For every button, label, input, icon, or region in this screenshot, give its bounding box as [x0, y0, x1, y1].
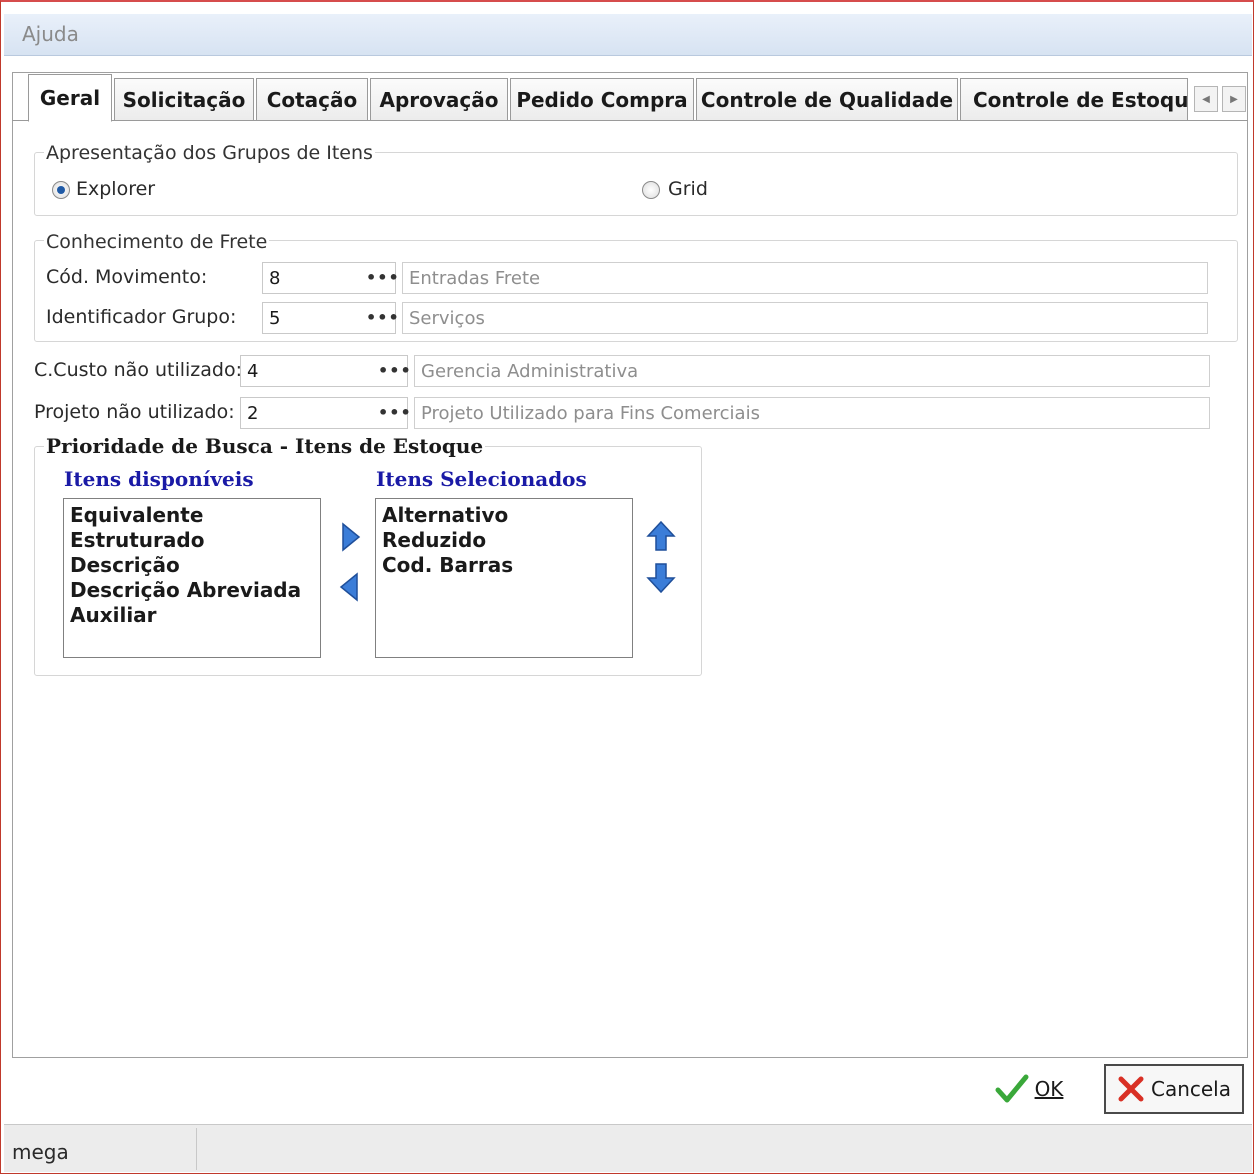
- tab-pedido-compra[interactable]: Pedido Compra: [510, 78, 694, 120]
- tab-controle-estoque[interactable]: Controle de Estoque: [960, 78, 1188, 120]
- movimento-code-value: 8: [269, 267, 281, 289]
- move-right-icon[interactable]: [340, 522, 362, 552]
- itens-disponiveis-title: Itens disponíveis: [64, 467, 254, 491]
- move-down-icon[interactable]: [646, 562, 676, 594]
- custo-lookup-button[interactable]: •••: [378, 361, 412, 380]
- projeto-desc-field: Projeto Utilizado para Fins Comerciais: [414, 397, 1210, 429]
- tab-scroll-right-icon[interactable]: ▶: [1222, 86, 1246, 112]
- list-item[interactable]: Equivalente: [70, 503, 314, 528]
- cancel-label: Cancela: [1150, 1077, 1231, 1101]
- movimento-desc-field: Entradas Frete: [402, 262, 1208, 294]
- move-left-icon[interactable]: [338, 572, 360, 602]
- frete-legend: Conhecimento de Frete: [44, 231, 270, 253]
- list-item[interactable]: Reduzido: [382, 528, 626, 553]
- list-item[interactable]: Alternativo: [382, 503, 626, 528]
- movimento-lookup-button[interactable]: •••: [366, 268, 400, 287]
- list-item[interactable]: Cod. Barras: [382, 553, 626, 578]
- tab-aprovacao[interactable]: Aprovação: [370, 78, 508, 120]
- list-item[interactable]: Descrição Abreviada: [70, 578, 314, 603]
- tab-solicitacao[interactable]: Solicitação: [114, 78, 254, 120]
- check-icon: [995, 1074, 1029, 1103]
- close-icon: [1118, 1076, 1144, 1102]
- list-item[interactable]: Descrição: [70, 553, 314, 578]
- list-item[interactable]: Estruturado: [70, 528, 314, 553]
- grupo-lookup-button[interactable]: •••: [366, 308, 400, 327]
- grupo-desc-value: Serviços: [409, 307, 485, 329]
- radio-grid[interactable]: [642, 181, 660, 199]
- window-title: Ajuda: [22, 22, 79, 46]
- list-item[interactable]: Auxiliar: [70, 603, 314, 628]
- prioridade-legend: Prioridade de Busca - Itens de Estoque: [44, 434, 486, 458]
- move-up-icon[interactable]: [646, 520, 676, 552]
- movimento-desc-value: Entradas Frete: [409, 267, 541, 289]
- itens-disponiveis-list[interactable]: Equivalente Estruturado Descrição Descri…: [63, 498, 321, 658]
- grupo-desc-field: Serviços: [402, 302, 1208, 334]
- status-bar: [4, 1124, 1252, 1172]
- grupos-legend: Apresentação dos Grupos de Itens: [44, 142, 375, 164]
- grupo-label: Identificador Grupo:: [46, 306, 237, 328]
- custo-code-value: 4: [247, 360, 259, 382]
- custo-desc-value: Gerencia Administrativa: [421, 360, 639, 382]
- itens-selecionados-list[interactable]: Alternativo Reduzido Cod. Barras: [375, 498, 633, 658]
- projeto-code-value: 2: [247, 402, 259, 424]
- custo-label: C.Custo não utilizado:: [34, 359, 243, 381]
- radio-explorer[interactable]: [52, 181, 70, 199]
- ok-label: OK: [1034, 1077, 1064, 1101]
- radio-explorer-label[interactable]: Explorer: [76, 178, 155, 200]
- title-bar: Ajuda: [4, 14, 1252, 56]
- itens-selecionados-title: Itens Selecionados: [376, 467, 587, 491]
- status-text: mega: [12, 1140, 69, 1164]
- cancel-button[interactable]: Cancela: [1104, 1064, 1244, 1114]
- radio-grid-label[interactable]: Grid: [668, 178, 708, 200]
- projeto-label: Projeto não utilizado:: [34, 401, 235, 423]
- tab-geral[interactable]: Geral: [28, 74, 112, 122]
- grupo-code-value: 5: [269, 307, 281, 329]
- projeto-desc-value: Projeto Utilizado para Fins Comerciais: [421, 402, 760, 424]
- tab-controle-qualidade[interactable]: Controle de Qualidade: [696, 78, 958, 120]
- ok-button[interactable]: OK: [984, 1066, 1074, 1112]
- custo-desc-field: Gerencia Administrativa: [414, 355, 1210, 387]
- tab-scroll-left-icon[interactable]: ◀: [1194, 86, 1218, 112]
- tab-cotacao[interactable]: Cotação: [256, 78, 368, 120]
- movimento-label: Cód. Movimento:: [46, 266, 208, 288]
- projeto-lookup-button[interactable]: •••: [378, 403, 412, 422]
- tab-strip-line: [12, 120, 1248, 121]
- status-separator: [196, 1128, 197, 1170]
